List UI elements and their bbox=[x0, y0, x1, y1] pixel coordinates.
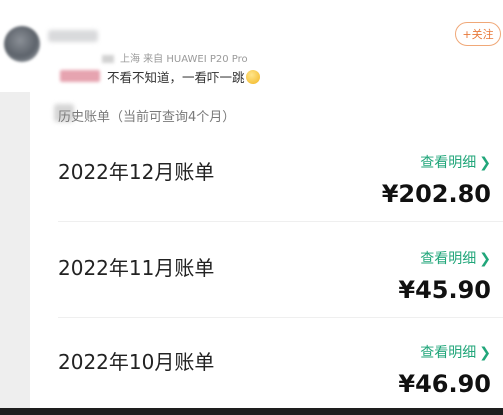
view-detail-link[interactable]: 查看明细 ❯ bbox=[420, 248, 491, 268]
avatar[interactable] bbox=[4, 26, 40, 62]
post-meta-text: 上海 来自 HUAWEI P20 Pro bbox=[120, 54, 248, 65]
post-meta: 上海 来自 HUAWEI P20 Pro bbox=[102, 50, 248, 65]
view-detail-link[interactable]: 查看明细 ❯ bbox=[420, 152, 491, 172]
bill-amount: ¥202.80 bbox=[381, 180, 491, 208]
bill-row[interactable]: 2022年12月账单 查看明细 ❯ ¥202.80 bbox=[30, 126, 503, 222]
time-redacted bbox=[102, 55, 114, 63]
chevron-right-icon: ❯ bbox=[479, 155, 491, 171]
bill-amount: ¥45.90 bbox=[398, 276, 491, 304]
post-header: 上海 来自 HUAWEI P20 Pro +关注 不看不知道，一看吓一跳 bbox=[0, 0, 503, 92]
post-caption: 不看不知道，一看吓一跳 bbox=[107, 67, 260, 86]
face-emoji-icon bbox=[245, 70, 260, 84]
caption-redacted bbox=[60, 70, 100, 82]
left-gutter bbox=[0, 92, 30, 408]
bill-month: 2022年10月账单 bbox=[58, 350, 215, 374]
view-detail-label: 查看明细 bbox=[420, 251, 477, 267]
view-detail-link[interactable]: 查看明细 ❯ bbox=[420, 342, 491, 362]
chevron-right-icon: ❯ bbox=[479, 251, 491, 267]
bill-month: 2022年12月账单 bbox=[58, 160, 215, 184]
bill-screenshot[interactable]: 历史账单（当前可查询4个月） 2022年12月账单 查看明细 ❯ ¥202.80 … bbox=[30, 92, 503, 408]
section-title: 历史账单（当前可查询4个月） bbox=[58, 110, 236, 125]
caption-text: 不看不知道，一看吓一跳 bbox=[107, 70, 245, 85]
view-detail-label: 查看明细 bbox=[420, 345, 477, 361]
follow-button[interactable]: +关注 bbox=[455, 22, 501, 46]
bill-month: 2022年11月账单 bbox=[58, 256, 215, 280]
bill-row[interactable]: 2022年10月账单 查看明细 ❯ ¥46.90 bbox=[30, 316, 503, 412]
chevron-right-icon: ❯ bbox=[479, 345, 491, 361]
bill-amount: ¥46.90 bbox=[398, 370, 491, 398]
bottom-bar bbox=[0, 408, 503, 415]
bill-row[interactable]: 2022年11月账单 查看明细 ❯ ¥45.90 bbox=[30, 222, 503, 318]
username-redacted[interactable] bbox=[48, 30, 98, 42]
view-detail-label: 查看明细 bbox=[420, 155, 477, 171]
